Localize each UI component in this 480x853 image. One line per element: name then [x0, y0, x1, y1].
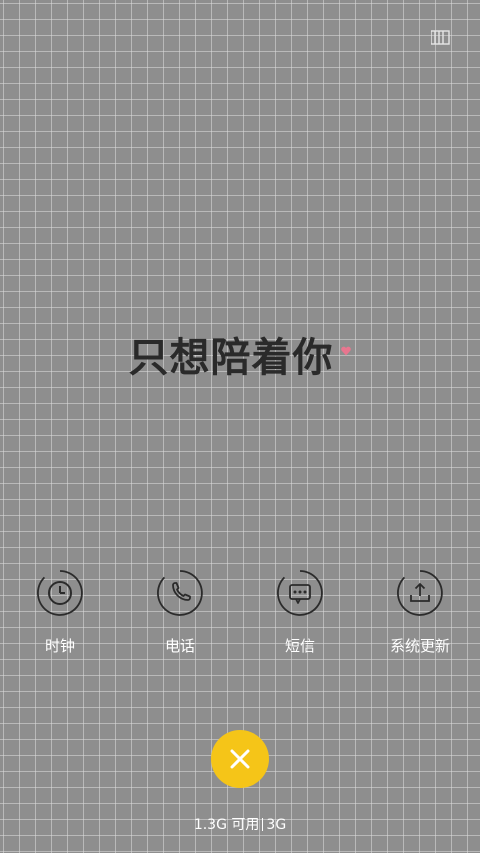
heart-icon: [340, 321, 352, 367]
wallpaper-handwriting: 只想陪着你: [0, 325, 480, 383]
shortcut-label: 电话: [164, 637, 195, 655]
shortcut-messages[interactable]: 短信: [240, 569, 360, 655]
shortcut-clock[interactable]: 时钟: [0, 569, 120, 655]
clock-icon: [36, 569, 84, 617]
close-button[interactable]: [211, 730, 269, 788]
shortcut-label: 短信: [284, 637, 315, 655]
memory-status: 1.3G 可用 3G: [0, 816, 480, 834]
memory-available: 1.3G 可用: [193, 817, 260, 833]
shortcut-system-update[interactable]: 系统更新: [360, 569, 480, 655]
shortcut-phone[interactable]: 电话: [120, 569, 240, 655]
phone-icon: [156, 569, 204, 617]
wallpaper-text: 只想陪着你: [128, 335, 334, 381]
shortcut-row: 时钟 电话 短信 系统更新: [0, 569, 480, 669]
status-icon: [430, 30, 450, 45]
close-icon: [230, 749, 250, 769]
message-icon: [276, 569, 324, 617]
memory-divider: [262, 818, 264, 831]
shortcut-label: 时钟: [44, 637, 75, 655]
shortcut-label: 系统更新: [389, 637, 450, 655]
memory-total: 3G: [266, 817, 287, 833]
upload-icon: [396, 569, 444, 617]
